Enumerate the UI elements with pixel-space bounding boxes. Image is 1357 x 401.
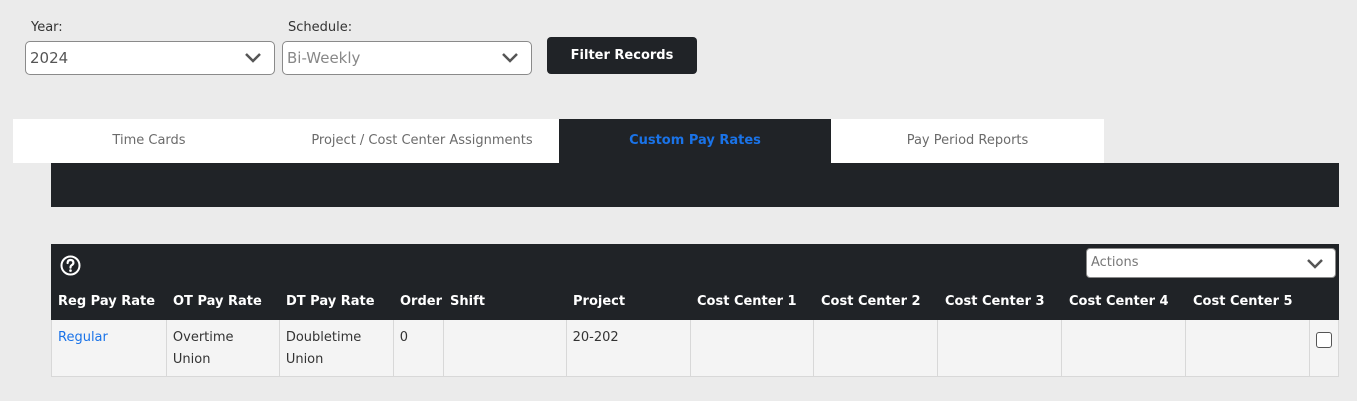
schedule-select[interactable]: Bi-Weekly — [282, 41, 532, 75]
project-cell: 20-202 — [567, 320, 691, 376]
cost-center-3-cell — [938, 320, 1063, 376]
tab-project-cost-center-assignments[interactable]: Project / Cost Center Assignments — [285, 119, 559, 163]
year-select-value: 2024 — [30, 49, 69, 67]
order-cell: 0 — [394, 320, 444, 376]
col-header-dt-pay-rate[interactable]: DT Pay Rate — [279, 288, 393, 316]
col-header-order[interactable]: Order — [393, 288, 443, 316]
year-label: Year: — [31, 20, 63, 35]
col-header-cost-center-5[interactable]: Cost Center 5 — [1186, 288, 1310, 316]
chevron-down-icon — [502, 53, 518, 63]
year-select[interactable]: 2024 — [25, 41, 275, 75]
actions-select[interactable]: Actions — [1086, 248, 1336, 278]
tab-pay-period-reports[interactable]: Pay Period Reports — [831, 119, 1104, 163]
col-header-shift[interactable]: Shift — [443, 288, 566, 316]
column-headers: Reg Pay Rate OT Pay Rate DT Pay Rate Ord… — [51, 288, 1310, 316]
cost-center-1-cell — [691, 320, 815, 376]
actions-select-value: Actions — [1091, 255, 1139, 270]
col-header-ot-pay-rate[interactable]: OT Pay Rate — [166, 288, 279, 316]
row-select-checkbox[interactable] — [1316, 332, 1333, 348]
tab-custom-pay-rates[interactable]: Custom Pay Rates — [559, 119, 831, 163]
col-header-cost-center-2[interactable]: Cost Center 2 — [814, 288, 938, 316]
help-circle-icon[interactable] — [60, 255, 81, 276]
col-header-reg-pay-rate[interactable]: Reg Pay Rate — [51, 288, 166, 316]
schedule-label: Schedule: — [288, 20, 353, 35]
cost-center-5-cell — [1186, 320, 1311, 376]
col-header-cost-center-3[interactable]: Cost Center 3 — [938, 288, 1062, 316]
row-select-cell — [1310, 320, 1340, 376]
col-header-project[interactable]: Project — [566, 288, 690, 316]
cost-center-4-cell — [1062, 320, 1187, 376]
tab-content-header — [51, 163, 1339, 207]
col-header-cost-center-1[interactable]: Cost Center 1 — [690, 288, 814, 316]
dt-pay-rate-cell: Doubletime Union — [280, 320, 394, 376]
reg-pay-rate-link[interactable]: Regular — [52, 320, 167, 376]
schedule-select-value: Bi-Weekly — [287, 49, 361, 67]
tab-time-cards[interactable]: Time Cards — [13, 119, 285, 163]
chevron-down-icon — [245, 53, 261, 63]
pay-rates-grid: Actions Reg Pay Rate OT Pay Rate DT Pay … — [51, 244, 1340, 377]
tab-bar: Time Cards Project / Cost Center Assignm… — [13, 119, 1104, 163]
year-filter: Year: 2024 — [25, 20, 275, 75]
grid-header: Actions Reg Pay Rate OT Pay Rate DT Pay … — [51, 244, 1339, 320]
cost-center-2-cell — [814, 320, 939, 376]
schedule-filter: Schedule: Bi-Weekly — [282, 20, 532, 75]
shift-cell — [444, 320, 567, 376]
filter-records-button[interactable]: Filter Records — [547, 37, 697, 74]
ot-pay-rate-cell: Overtime Union — [167, 320, 280, 376]
col-header-cost-center-4[interactable]: Cost Center 4 — [1062, 288, 1186, 316]
table-row: Regular Overtime Union Doubletime Union … — [51, 320, 1340, 377]
chevron-down-icon — [1307, 259, 1323, 269]
